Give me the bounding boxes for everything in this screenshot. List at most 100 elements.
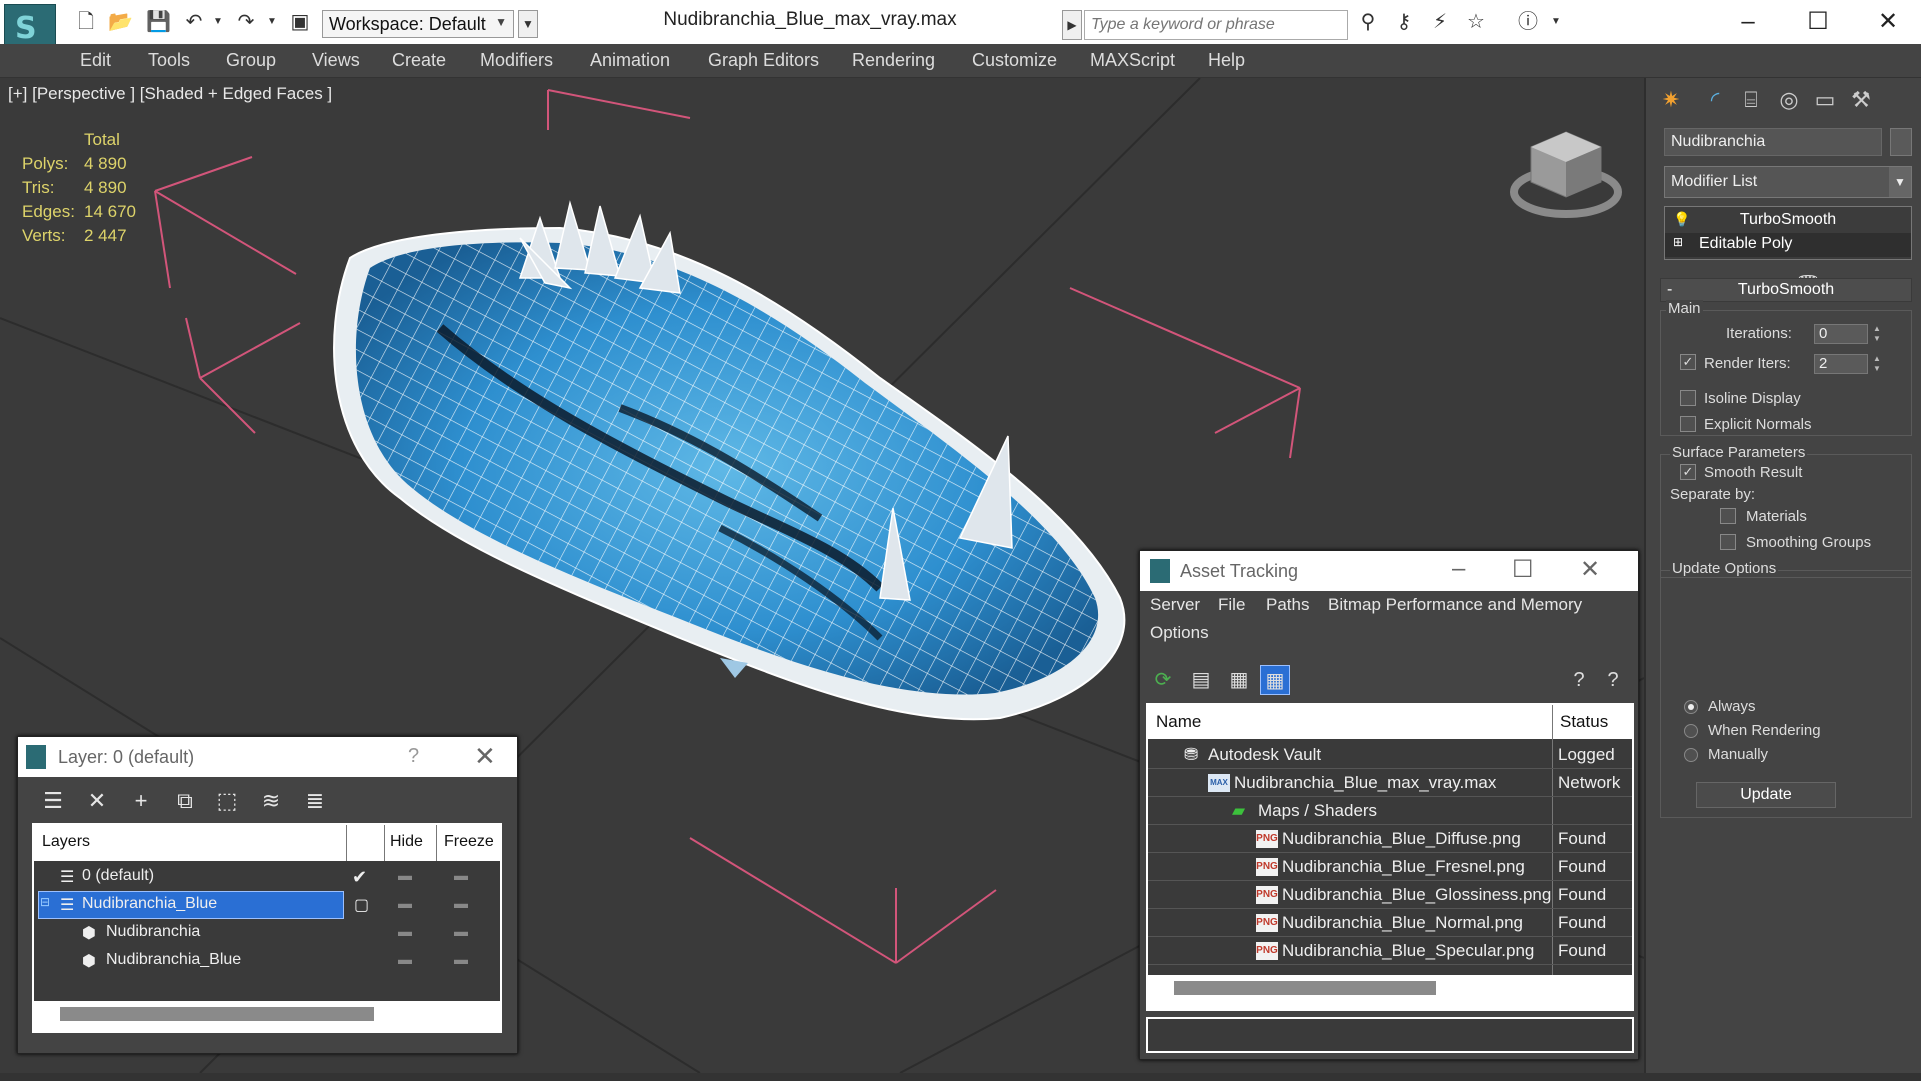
modify-tab-icon[interactable]: ◜ (1698, 84, 1732, 116)
hide-toggle[interactable]: ▬ (398, 951, 412, 967)
menu-tools[interactable]: Tools (148, 50, 190, 71)
expand-plus-icon[interactable]: ⊞ (1673, 235, 1683, 249)
stack-item-turbosmooth[interactable]: 💡 TurboSmooth (1665, 209, 1911, 233)
layer-row[interactable]: ☰ 0 (default) ✔ ▬ ▬ (34, 863, 500, 891)
menu-paths[interactable]: Paths (1266, 595, 1309, 615)
menu-maxscript[interactable]: MAXScript (1090, 50, 1175, 71)
menu-customize[interactable]: Customize (972, 50, 1057, 71)
freeze-toggle[interactable]: ▬ (454, 895, 468, 911)
menu-group[interactable]: Group (226, 50, 276, 71)
workspace-menu-button[interactable]: ▼ (518, 10, 538, 38)
column-header-name[interactable]: Name (1156, 712, 1201, 732)
asset-row[interactable]: ▰ Maps / Shaders (1148, 797, 1632, 825)
object-name-field[interactable]: Nudibranchia (1664, 128, 1882, 156)
horizontal-scrollbar[interactable] (1174, 981, 1436, 995)
asset-row[interactable]: ⛃ Autodesk Vault Logged (1148, 741, 1632, 769)
binoculars-icon[interactable]: ⚲ (1356, 10, 1380, 34)
asset-path-field[interactable] (1146, 1017, 1634, 1053)
asset-row[interactable]: MAX Nudibranchia_Blue_max_vray.max Netwo… (1148, 769, 1632, 797)
layer-row[interactable]: ⬢ Nudibranchia_Blue ▬ ▬ (34, 947, 500, 975)
column-header-hide[interactable]: Hide (390, 833, 423, 851)
hide-all-icon[interactable]: ≣ (300, 787, 330, 815)
menu-modifiers[interactable]: Modifiers (480, 50, 553, 71)
workspace-dropdown[interactable]: Workspace: Default ▼ (322, 10, 514, 38)
minimize-button[interactable]: – (1452, 555, 1465, 583)
key-icon[interactable]: ⚷ (1392, 10, 1416, 34)
vault-help-icon[interactable]: ? (1564, 665, 1594, 695)
hierarchy-tab-icon[interactable]: ⌸ (1734, 84, 1768, 116)
menu-help[interactable]: Help (1208, 50, 1245, 71)
smoothing-groups-checkbox[interactable] (1720, 534, 1736, 550)
hide-toggle[interactable]: ▬ (398, 923, 412, 939)
add-selection-icon[interactable]: ⧉ (170, 787, 200, 815)
menu-options[interactable]: Options (1150, 623, 1209, 643)
stack-item-editable-poly[interactable]: ⊞ Editable Poly (1665, 233, 1911, 257)
undo-icon[interactable]: ↶ (182, 10, 206, 34)
radio-always[interactable] (1684, 700, 1698, 714)
search-expand-icon[interactable]: ▶ (1062, 10, 1082, 40)
menu-views[interactable]: Views (312, 50, 360, 71)
delete-layer-icon[interactable]: ✕ (82, 787, 112, 815)
save-icon[interactable]: 💾 (146, 10, 171, 34)
dialog-header[interactable]: Asset Tracking – ☐ ✕ (1140, 551, 1638, 591)
refresh-icon[interactable]: ⟳ (1148, 665, 1178, 695)
table-view-icon[interactable]: ▦ (1260, 665, 1290, 695)
help-icon[interactable]: ? (1598, 665, 1628, 695)
open-folder-icon[interactable]: 📂 (108, 10, 133, 34)
turbosmooth-rollout-header[interactable]: - TurboSmooth (1660, 278, 1912, 302)
spinner-arrows-icon[interactable]: ▲ ▼ (1872, 324, 1882, 344)
help-icon[interactable]: ⓘ (1516, 10, 1540, 34)
column-header-layers[interactable]: Layers (42, 833, 90, 851)
menu-server[interactable]: Server (1150, 595, 1200, 615)
display-tab-icon[interactable]: ▭ (1808, 84, 1842, 116)
asset-row[interactable]: PNG Nudibranchia_Blue_Glossiness.png Fou… (1148, 881, 1632, 909)
column-header-status[interactable]: Status (1560, 712, 1608, 732)
active-layer-check-icon[interactable]: ✔ (352, 867, 367, 888)
create-layer-icon[interactable]: + (126, 787, 156, 815)
help-button[interactable]: ? (408, 745, 419, 768)
iterations-spinner[interactable]: 0 (1814, 324, 1868, 344)
list-view-icon[interactable]: ▤ (1186, 665, 1216, 695)
radio-manually[interactable] (1684, 748, 1698, 762)
render-iters-checkbox[interactable]: ✓ (1680, 354, 1696, 370)
current-layer-icon[interactable]: ▢ (354, 895, 369, 915)
maximize-button[interactable]: ☐ (1512, 555, 1534, 584)
select-objects-icon[interactable]: ⬚ (212, 787, 242, 815)
search-input[interactable] (1084, 10, 1348, 40)
radio-when-rendering[interactable] (1684, 724, 1698, 738)
layer-row[interactable]: ⬢ Nudibranchia ▬ ▬ (34, 919, 500, 947)
freeze-toggle[interactable]: ▬ (454, 951, 468, 967)
redo-icon[interactable]: ↷ (234, 10, 258, 34)
menu-create[interactable]: Create (392, 50, 446, 71)
hide-toggle[interactable]: ▬ (398, 895, 412, 911)
menu-file[interactable]: File (1218, 595, 1245, 615)
render-iters-spinner[interactable]: 2 (1814, 354, 1868, 374)
menu-animation[interactable]: Animation (590, 50, 670, 71)
dialog-header[interactable]: Layer: 0 (default) ? ✕ (18, 737, 517, 777)
close-icon[interactable]: ✕ (1580, 555, 1600, 584)
column-header-freeze[interactable]: Freeze (444, 833, 494, 851)
motion-tab-icon[interactable]: ◎ (1772, 84, 1806, 116)
asset-row[interactable]: PNG Nudibranchia_Blue_Diffuse.png Found (1148, 825, 1632, 853)
layer-properties-icon[interactable]: ☰ (38, 787, 68, 815)
explicit-normals-checkbox[interactable] (1680, 416, 1696, 432)
smooth-result-checkbox[interactable]: ✓ (1680, 464, 1696, 480)
new-file-icon[interactable]: 🗋 (74, 10, 98, 34)
close-icon[interactable]: ✕ (474, 741, 496, 772)
asset-row[interactable]: PNG Nudibranchia_Blue_Specular.png Found (1148, 937, 1632, 965)
thumbnail-view-icon[interactable]: ▦ (1224, 665, 1254, 695)
help-dropdown-icon[interactable]: ▼ (1544, 10, 1568, 34)
redo-dropdown-icon[interactable]: ▼ (260, 10, 284, 34)
asset-row[interactable]: PNG Nudibranchia_Blue_Fresnel.png Found (1148, 853, 1632, 881)
hide-toggle[interactable]: ▬ (398, 867, 412, 883)
undo-dropdown-icon[interactable]: ▼ (206, 10, 230, 34)
isoline-display-checkbox[interactable] (1680, 390, 1696, 406)
object-color-swatch[interactable] (1890, 128, 1912, 156)
materials-checkbox[interactable] (1720, 508, 1736, 524)
collapse-minus-icon[interactable]: ⊟ (40, 895, 50, 909)
highlight-layer-icon[interactable]: ≋ (256, 787, 286, 815)
menu-rendering[interactable]: Rendering (852, 50, 935, 71)
layer-row[interactable]: ⊟ ☰ Nudibranchia_Blue ▢ ▬ ▬ (34, 891, 500, 919)
subscription-icon[interactable]: ⚡ (1428, 10, 1452, 34)
update-button[interactable]: Update (1696, 782, 1836, 808)
